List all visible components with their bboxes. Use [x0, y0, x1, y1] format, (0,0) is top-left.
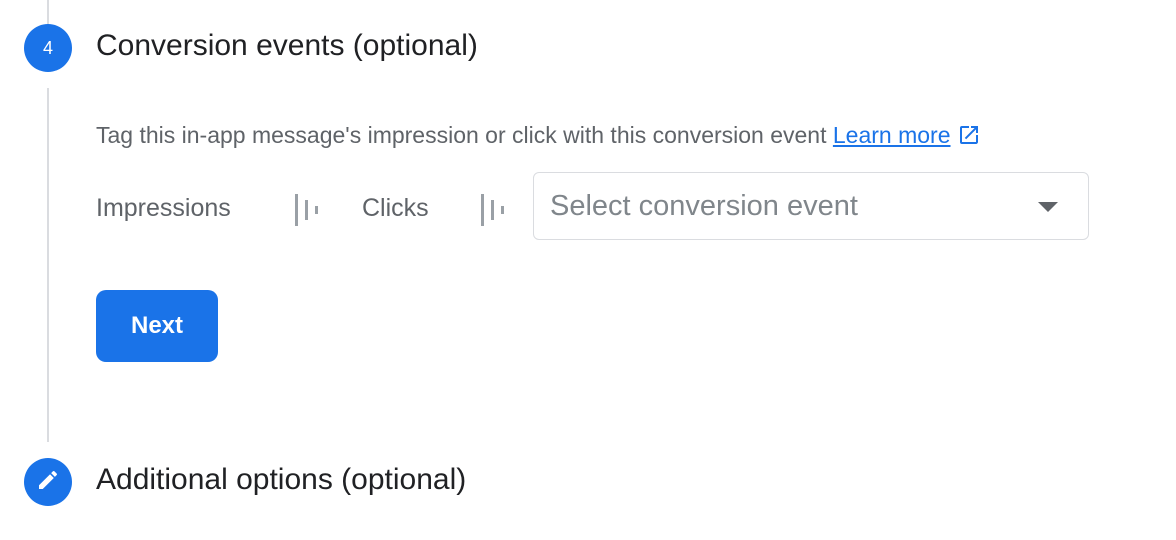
- clicks-loading-icon: [479, 192, 507, 233]
- learn-more-label: Learn more: [832, 122, 951, 148]
- conversion-event-select[interactable]: Select conversion event: [533, 172, 1089, 240]
- step-edit-badge[interactable]: [24, 458, 72, 506]
- stepper-connector-line: [47, 0, 49, 24]
- open-in-new-icon[interactable]: [957, 123, 981, 153]
- description-text: Tag this in-app message's impression or …: [96, 122, 827, 148]
- conversion-metrics-row: Impressions Clicks Select conversion eve…: [96, 172, 1096, 242]
- learn-more-link[interactable]: Learn more: [833, 122, 951, 148]
- stepper-connector-line: [47, 88, 49, 442]
- step-number: 4: [42, 37, 53, 58]
- chevron-down-icon[interactable]: [1038, 202, 1058, 212]
- select-placeholder: Select conversion event: [550, 190, 858, 222]
- campaign-stepper: 4 Conversion events (optional) Tag this …: [0, 0, 1176, 540]
- next-button[interactable]: Next: [96, 290, 218, 362]
- pencil-icon: [36, 468, 60, 497]
- impressions-label: Impressions: [96, 194, 231, 222]
- step-title-additional-options[interactable]: Additional options (optional): [96, 463, 466, 497]
- step-number-badge: 4: [24, 24, 72, 72]
- clicks-label: Clicks: [362, 194, 429, 222]
- conversion-description: Tag this in-app message's impression or …: [96, 122, 981, 153]
- impressions-loading-icon: [293, 192, 321, 233]
- step-title-conversion-events[interactable]: Conversion events (optional): [96, 29, 478, 63]
